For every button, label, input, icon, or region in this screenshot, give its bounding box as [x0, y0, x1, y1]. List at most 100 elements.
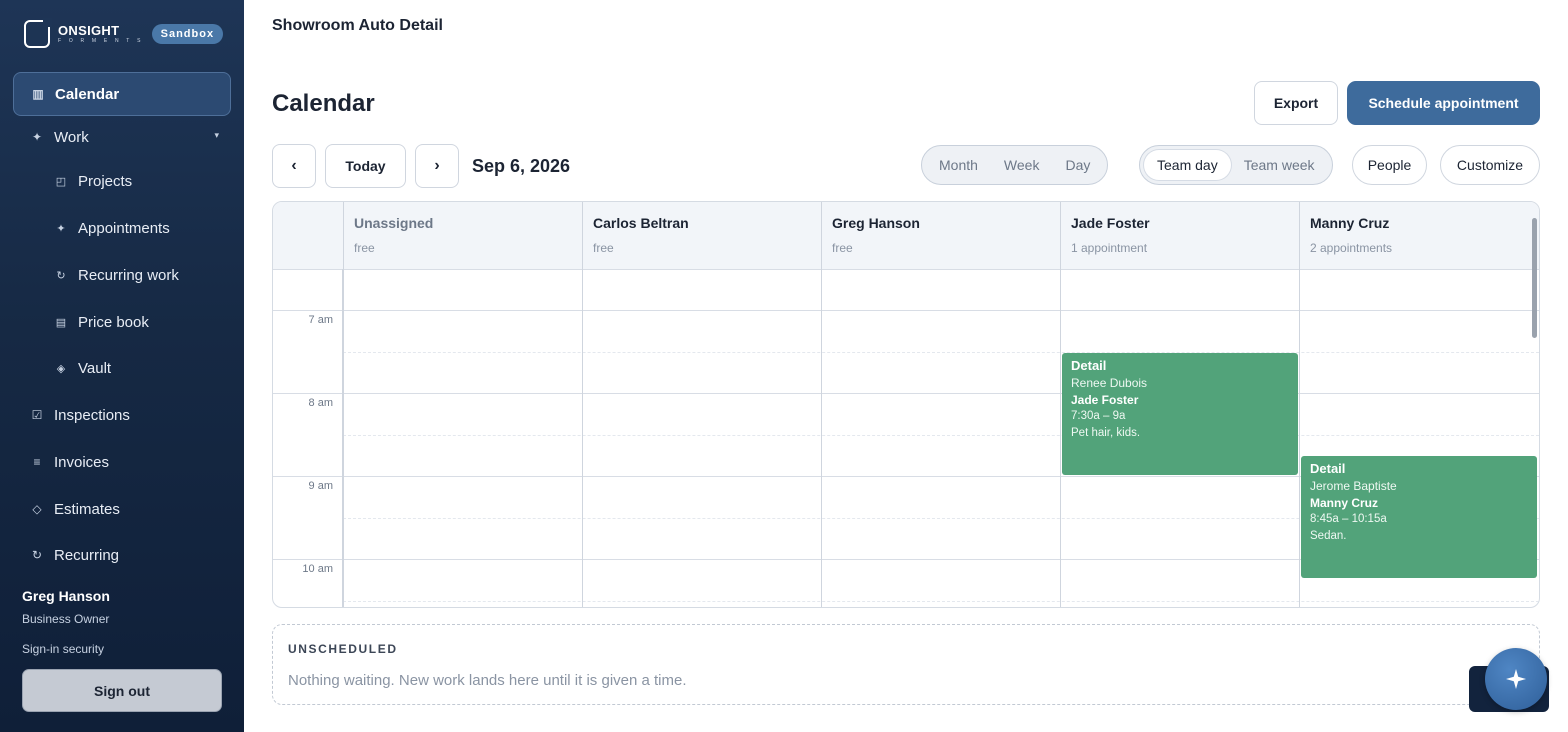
- sandbox-badge: Sandbox: [151, 24, 224, 44]
- column-name: Jade Foster: [1071, 215, 1150, 231]
- column-status: 1 appointment: [1071, 241, 1148, 255]
- brand-tagline: F O R M E N T S: [58, 38, 144, 44]
- team-day-grid: Unassigned free Carlos Beltran free Greg…: [272, 201, 1540, 608]
- grid-scrollbar[interactable]: [1532, 218, 1537, 338]
- sidebar-item-work[interactable]: ✦ Work ▾: [13, 115, 231, 159]
- view-team-week[interactable]: Team week: [1231, 150, 1328, 180]
- grid-column-line: [1299, 269, 1300, 607]
- hour-label: 9 am: [308, 480, 333, 492]
- user-role: Business Owner: [22, 612, 110, 626]
- chevron-down-icon: ▾: [214, 130, 219, 140]
- sidebar-item-projects[interactable]: ◰ Projects: [13, 159, 231, 203]
- grid-column-line: [342, 269, 344, 607]
- book-icon: ▤: [55, 316, 67, 329]
- schedule-appointment-button[interactable]: Schedule appointment: [1347, 81, 1540, 125]
- appointment-client: Renee Dubois: [1071, 376, 1148, 390]
- sidebar-item-recurring[interactable]: ↻ Recurring: [13, 533, 231, 577]
- grid-line: [273, 393, 1539, 394]
- export-button[interactable]: Export: [1254, 81, 1338, 125]
- sidebar-item-price-book[interactable]: ▤ Price book: [13, 300, 231, 344]
- appointment-time: 8:45a – 10:15a: [1310, 513, 1387, 525]
- customize-button[interactable]: Customize: [1440, 145, 1540, 185]
- sparkle-icon: [1506, 669, 1526, 689]
- sidebar-item-estimates[interactable]: ◇ Estimates: [13, 487, 231, 531]
- sidebar-item-label: Appointments: [78, 219, 170, 237]
- appointment-staff: Jade Foster: [1071, 393, 1139, 407]
- sidebar-item-appointments[interactable]: ✦ Appointments: [13, 206, 231, 250]
- checkbox-icon: ☑: [31, 408, 43, 422]
- sparkle-icon: ✦: [56, 222, 66, 235]
- column-name: Greg Hanson: [832, 215, 920, 231]
- grid-line: [273, 269, 1539, 270]
- grid-line: [343, 352, 1539, 353]
- next-day-button[interactable]: ›: [415, 144, 459, 188]
- appointment-card-jade-foster[interactable]: Detail Renee Dubois Jade Foster 7:30a – …: [1062, 353, 1298, 475]
- view-month[interactable]: Month: [926, 150, 991, 180]
- column-status: 2 appointments: [1310, 241, 1393, 255]
- sidebar-item-recurring-work[interactable]: ↻ Recurring work: [13, 253, 231, 297]
- appointment-note: Pet hair, kids.: [1071, 427, 1141, 439]
- sidebar-item-calendar[interactable]: ▥ Calendar: [13, 72, 231, 116]
- page-title: Calendar: [272, 90, 375, 117]
- user-name: Greg Hanson: [22, 588, 110, 604]
- today-button[interactable]: Today: [325, 144, 406, 188]
- sidebar-item-label: Calendar: [55, 85, 120, 103]
- brand[interactable]: ONSIGHT F O R M E N T S Sandbox: [24, 18, 224, 48]
- assistant-fab[interactable]: [1485, 648, 1547, 710]
- sign-out-button[interactable]: Sign out: [22, 669, 222, 712]
- time-gutter-header: [273, 202, 343, 269]
- view-switcher: Month Week Day: [921, 145, 1109, 185]
- column-status: free: [593, 241, 614, 255]
- brand-name: ONSIGHT: [58, 23, 120, 38]
- unscheduled-empty-text: Nothing waiting. New work lands here unt…: [288, 672, 687, 689]
- unscheduled-title: UNSCHEDULED: [288, 642, 398, 656]
- appointment-client: Jerome Baptiste: [1310, 479, 1397, 493]
- sign-in-security-link[interactable]: Sign-in security: [22, 642, 104, 656]
- view-week[interactable]: Week: [991, 150, 1053, 180]
- grid-line: [343, 601, 1539, 602]
- column-status: free: [354, 241, 375, 255]
- appointment-type: Detail: [1310, 461, 1346, 476]
- team-view-switcher: Team day Team week: [1139, 145, 1333, 185]
- appointment-note: Sedan.: [1310, 530, 1347, 542]
- column-status: free: [832, 241, 853, 255]
- project-icon: ◰: [55, 175, 67, 188]
- hour-label: 8 am: [308, 397, 333, 409]
- unscheduled-panel: UNSCHEDULED Nothing waiting. New work la…: [272, 624, 1540, 705]
- refresh-icon: ↻: [56, 269, 66, 282]
- appointment-card-manny-cruz[interactable]: Detail Jerome Baptiste Manny Cruz 8:45a …: [1301, 456, 1537, 578]
- grid-column-line: [1060, 269, 1061, 607]
- sidebar-item-inspections[interactable]: ☑ Inspections: [13, 393, 231, 437]
- diamond-outline-icon: ◇: [32, 502, 42, 516]
- grid-line: [273, 310, 1539, 311]
- hour-label: 7 am: [308, 314, 333, 326]
- main-content: Showroom Auto Detail Calendar Export Sch…: [244, 0, 1568, 732]
- column-header-unassigned[interactable]: Unassigned free: [343, 202, 582, 269]
- people-button[interactable]: People: [1352, 145, 1427, 185]
- organization-name: Showroom Auto Detail: [272, 17, 443, 34]
- sidebar-item-label: Work: [54, 128, 89, 146]
- column-header-manny-cruz[interactable]: Manny Cruz 2 appointments: [1299, 202, 1539, 269]
- view-team-day[interactable]: Team day: [1144, 150, 1231, 180]
- column-header-carlos-beltran[interactable]: Carlos Beltran free: [582, 202, 821, 269]
- columns-icon: ▥: [32, 87, 44, 101]
- prev-day-button[interactable]: ‹: [272, 144, 316, 188]
- current-date: Sep 6, 2026: [472, 156, 571, 176]
- appointment-type: Detail: [1071, 358, 1107, 373]
- sidebar-item-vault[interactable]: ◈ Vault: [13, 346, 231, 390]
- column-name: Manny Cruz: [1310, 215, 1390, 231]
- sparkle-icon: ✦: [31, 130, 43, 144]
- list-icon: ≡: [33, 455, 41, 469]
- grid-line: [343, 435, 1539, 436]
- brand-logo-icon: [24, 18, 52, 48]
- sidebar-item-label: Recurring work: [78, 266, 179, 284]
- column-header-jade-foster[interactable]: Jade Foster 1 appointment: [1060, 202, 1299, 269]
- appointment-staff: Manny Cruz: [1310, 496, 1379, 510]
- sidebar-item-label: Vault: [78, 359, 112, 377]
- column-header-greg-hanson[interactable]: Greg Hanson free: [821, 202, 1060, 269]
- view-day[interactable]: Day: [1052, 150, 1103, 180]
- column-name: Carlos Beltran: [593, 215, 689, 231]
- grid-column-line: [821, 269, 822, 607]
- sidebar-item-invoices[interactable]: ≡ Invoices: [13, 440, 231, 484]
- sidebar-item-label: Estimates: [54, 500, 120, 518]
